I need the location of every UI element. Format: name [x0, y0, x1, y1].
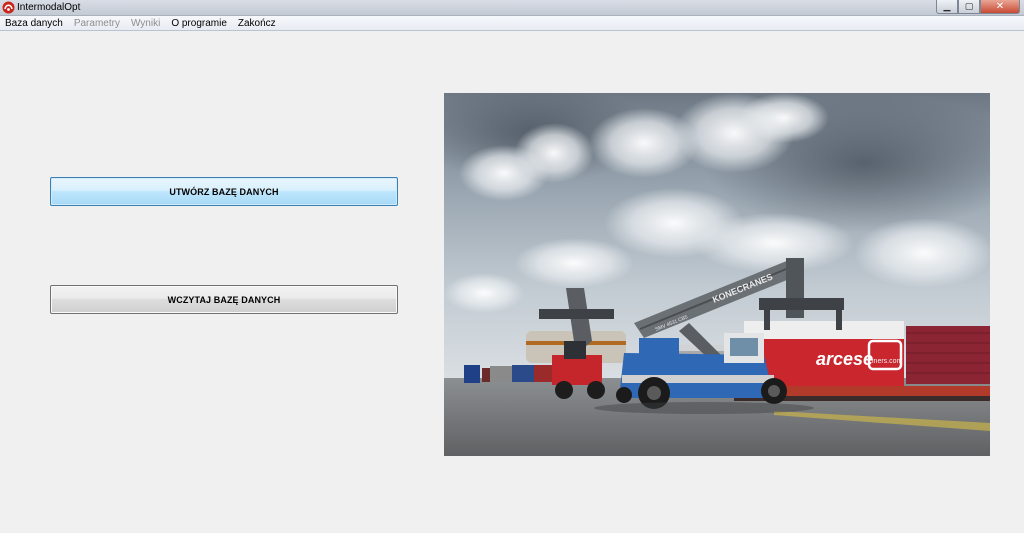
menu-bar: Baza danych Parametry Wyniki O programie…	[0, 16, 1024, 31]
create-database-button[interactable]: UTWÓRZ BAZĘ DANYCH	[50, 177, 398, 206]
close-button[interactable]: ✕	[980, 0, 1020, 14]
trailer-url: iners.com	[872, 358, 903, 365]
window-title: IntermodalOpt	[17, 2, 81, 13]
maximize-icon: ▢	[964, 1, 974, 11]
minimize-icon: ▁	[943, 1, 951, 11]
menu-o-programie[interactable]: O programie	[171, 18, 227, 29]
app-logo-icon	[2, 1, 15, 14]
window-controls: ▁ ▢ ✕	[936, 0, 1020, 14]
title-bar: IntermodalOpt ▁ ▢ ✕	[0, 0, 1024, 16]
menu-baza-danych[interactable]: Baza danych	[5, 18, 63, 29]
minimize-button[interactable]: ▁	[936, 0, 958, 14]
close-icon: ✕	[995, 0, 1005, 12]
maximize-button[interactable]: ▢	[958, 0, 980, 14]
menu-zakoncz[interactable]: Zakończ	[238, 18, 276, 29]
menu-wyniki[interactable]: Wyniki	[131, 18, 160, 29]
trailer-brand: arcese	[816, 349, 873, 369]
menu-parametry[interactable]: Parametry	[74, 18, 120, 29]
load-database-button[interactable]: WCZYTAJ BAZĘ DANYCH	[50, 285, 398, 314]
terminal-photo: arcese iners.com KONECRANES SMV 4531 CB5	[444, 93, 990, 456]
